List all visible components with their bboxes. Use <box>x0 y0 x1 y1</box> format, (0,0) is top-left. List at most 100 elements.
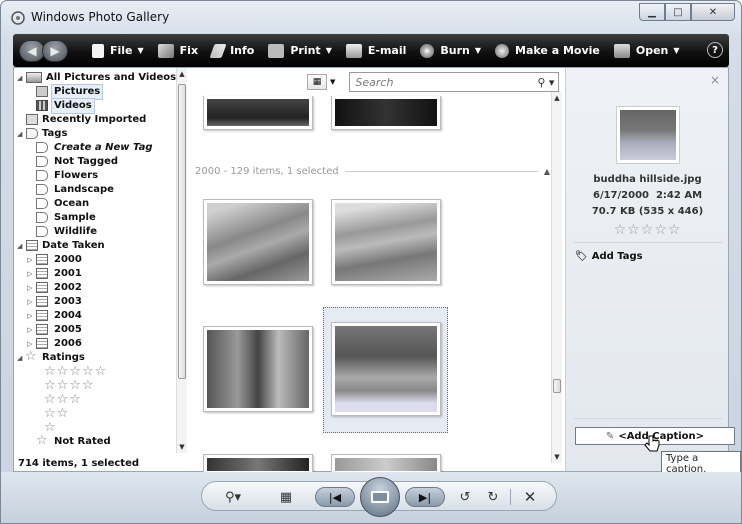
expand-icon[interactable]: ▷ <box>27 323 32 337</box>
toolbar-file[interactable]: File ▼ <box>92 43 144 58</box>
collapse-icon[interactable]: ▲ <box>544 167 550 176</box>
tree-scrollbar[interactable]: ▲ ▼ <box>176 68 187 453</box>
expand-icon[interactable]: ◢ <box>17 351 22 365</box>
rating-filter-4-stars[interactable]: ☆☆☆☆ <box>44 379 95 393</box>
forward-button[interactable]: ▶ <box>42 39 68 62</box>
zoom-icon[interactable]: ⚲▾ <box>218 487 248 507</box>
tree-item-tags[interactable]: ◢ Tags <box>14 127 174 141</box>
photo-thumbnail[interactable] <box>203 454 313 474</box>
toolbar-fix[interactable]: Fix <box>157 43 198 58</box>
expand-icon[interactable]: ▷ <box>27 281 32 295</box>
tree-item-landscape[interactable]: Landscape <box>14 183 174 197</box>
tree-item-not-rated[interactable]: ☆ Not Rated <box>14 433 174 449</box>
previous-icon: |◀ <box>328 490 342 504</box>
close-button[interactable]: ✕ <box>691 3 735 21</box>
photo-image <box>207 99 309 126</box>
tree-item-2001[interactable]: ▷ 2001 <box>14 267 174 281</box>
expand-icon[interactable]: ▷ <box>27 267 32 281</box>
expand-icon[interactable]: ▷ <box>27 253 32 267</box>
expand-icon[interactable]: ◢ <box>17 239 22 253</box>
photo-thumbnail[interactable] <box>331 454 441 474</box>
tree-item-recently-imported[interactable]: Recently Imported <box>14 113 174 127</box>
toolbar-print[interactable]: Print ▼ <box>268 43 332 58</box>
date-taken: 6/17/2000 2:42 AM <box>566 190 729 201</box>
photo-thumbnail[interactable] <box>331 96 441 130</box>
previous-button[interactable]: |◀ <box>315 487 355 507</box>
photo-thumbnail[interactable] <box>331 199 441 285</box>
tree-item-2006[interactable]: ▷ 2006 <box>14 337 174 351</box>
tree-item-2000[interactable]: ▷ 2000 <box>14 253 174 267</box>
video-icon <box>36 100 48 111</box>
date-value: 6/17/2000 <box>592 190 649 201</box>
expand-icon[interactable]: ▷ <box>27 295 32 309</box>
gallery-scrollbar[interactable]: ▲ ▼ <box>551 92 562 463</box>
search-input[interactable]: Search ⚲ ▾ <box>349 72 560 92</box>
next-button[interactable]: ▶| <box>405 487 445 507</box>
divider <box>574 418 722 419</box>
maximize-button[interactable]: □ <box>665 3 691 21</box>
scroll-down-icon[interactable]: ▼ <box>552 453 562 461</box>
nav-buttons: ◀ ▶ <box>19 39 68 62</box>
tree-item-create-tag[interactable]: Create a New Tag <box>14 141 174 155</box>
tree-item-2003[interactable]: ▷ 2003 <box>14 295 174 309</box>
view-options-icon[interactable]: ▦ <box>307 74 327 90</box>
toolbar-email[interactable]: E-mail <box>345 43 406 58</box>
tree-item-2005[interactable]: ▷ 2005 <box>14 323 174 337</box>
photo-thumbnail[interactable] <box>203 199 313 285</box>
toolbar-info[interactable]: Info <box>209 43 254 58</box>
toolbar-make-movie[interactable]: Make a Movie <box>495 43 600 58</box>
picture-icon <box>36 86 48 97</box>
expand-icon[interactable]: ◢ <box>17 71 22 85</box>
print-icon <box>268 43 285 58</box>
tree-item-ocean[interactable]: Ocean <box>14 197 174 211</box>
tree-scroll-thumb[interactable] <box>178 84 186 379</box>
tree-item-label: Ratings <box>42 352 85 363</box>
photo-image <box>207 203 309 281</box>
tree-item-ratings[interactable]: ◢ ☆ Ratings <box>14 350 174 365</box>
rating-rows: ☆☆☆☆☆ ☆☆☆☆ ☆☆☆ ☆☆ ☆ <box>14 365 174 435</box>
rating-filter-2-stars[interactable]: ☆☆ <box>44 407 69 421</box>
calendar-icon <box>36 310 48 321</box>
tree-item-flowers[interactable]: Flowers <box>14 169 174 183</box>
close-pane-icon[interactable]: × <box>710 73 720 87</box>
rotate-clockwise-icon[interactable]: ↻ <box>483 487 503 507</box>
gallery-scroll-thumb[interactable] <box>553 379 561 393</box>
tree-item-2002[interactable]: ▷ 2002 <box>14 281 174 295</box>
rating-filter-5-stars[interactable]: ☆☆☆☆☆ <box>44 365 107 379</box>
help-button[interactable]: ? <box>707 42 723 58</box>
tree-item-sample[interactable]: Sample <box>14 211 174 225</box>
tree-item-wildlife[interactable]: Wildlife <box>14 225 174 239</box>
rating-stars[interactable]: ☆☆☆☆☆ <box>566 222 729 238</box>
photo-thumbnail-selected[interactable] <box>331 322 441 416</box>
slideshow-button[interactable] <box>360 477 400 517</box>
scroll-down-icon[interactable]: ▼ <box>177 443 187 451</box>
star-icon: ☆ <box>36 433 48 448</box>
photo-thumbnail[interactable] <box>203 96 313 130</box>
delete-icon[interactable]: ✕ <box>520 487 540 507</box>
expand-icon[interactable]: ▷ <box>27 309 32 323</box>
tree-item-2004[interactable]: ▷ 2004 <box>14 309 174 323</box>
rotate-counterclockwise-icon[interactable]: ↺ <box>455 487 475 507</box>
tree-item-date-taken[interactable]: ◢ Date Taken <box>14 239 174 253</box>
actual-size-icon[interactable]: ▦ <box>276 487 296 507</box>
preview-image <box>620 110 676 160</box>
tree-item-label: Date Taken <box>42 240 105 251</box>
search-area: ▦ ▼ Search ⚲ ▾ <box>307 72 560 92</box>
tree-item-label: 2000 <box>54 254 82 265</box>
add-tags-button[interactable]: 🏷 Add Tags <box>575 251 643 262</box>
tree-item-not-tagged[interactable]: Not Tagged <box>14 155 174 169</box>
scroll-up-icon[interactable]: ▲ <box>552 94 562 102</box>
toolbar-open[interactable]: Open ▼ <box>613 43 680 58</box>
chevron-down-icon[interactable]: ▼ <box>330 78 335 86</box>
photo-thumbnail[interactable] <box>203 326 313 412</box>
scroll-up-icon[interactable]: ▲ <box>177 70 187 78</box>
group-header[interactable]: 2000 - 129 items, 1 selected ▲ <box>195 166 550 177</box>
minimize-button[interactable]: ▁ <box>639 3 665 21</box>
rating-filter-3-stars[interactable]: ☆☆☆ <box>44 393 82 407</box>
tree-item-all-pictures[interactable]: ◢ All Pictures and Videos <box>14 71 176 85</box>
toolbar-burn[interactable]: Burn ▼ <box>420 43 481 58</box>
tree-item-videos[interactable]: Videos <box>14 98 174 114</box>
expand-icon[interactable]: ◢ <box>17 127 22 141</box>
search-icon[interactable]: ⚲ ▾ <box>537 76 554 89</box>
tree-item-pictures[interactable]: Pictures <box>14 84 174 100</box>
